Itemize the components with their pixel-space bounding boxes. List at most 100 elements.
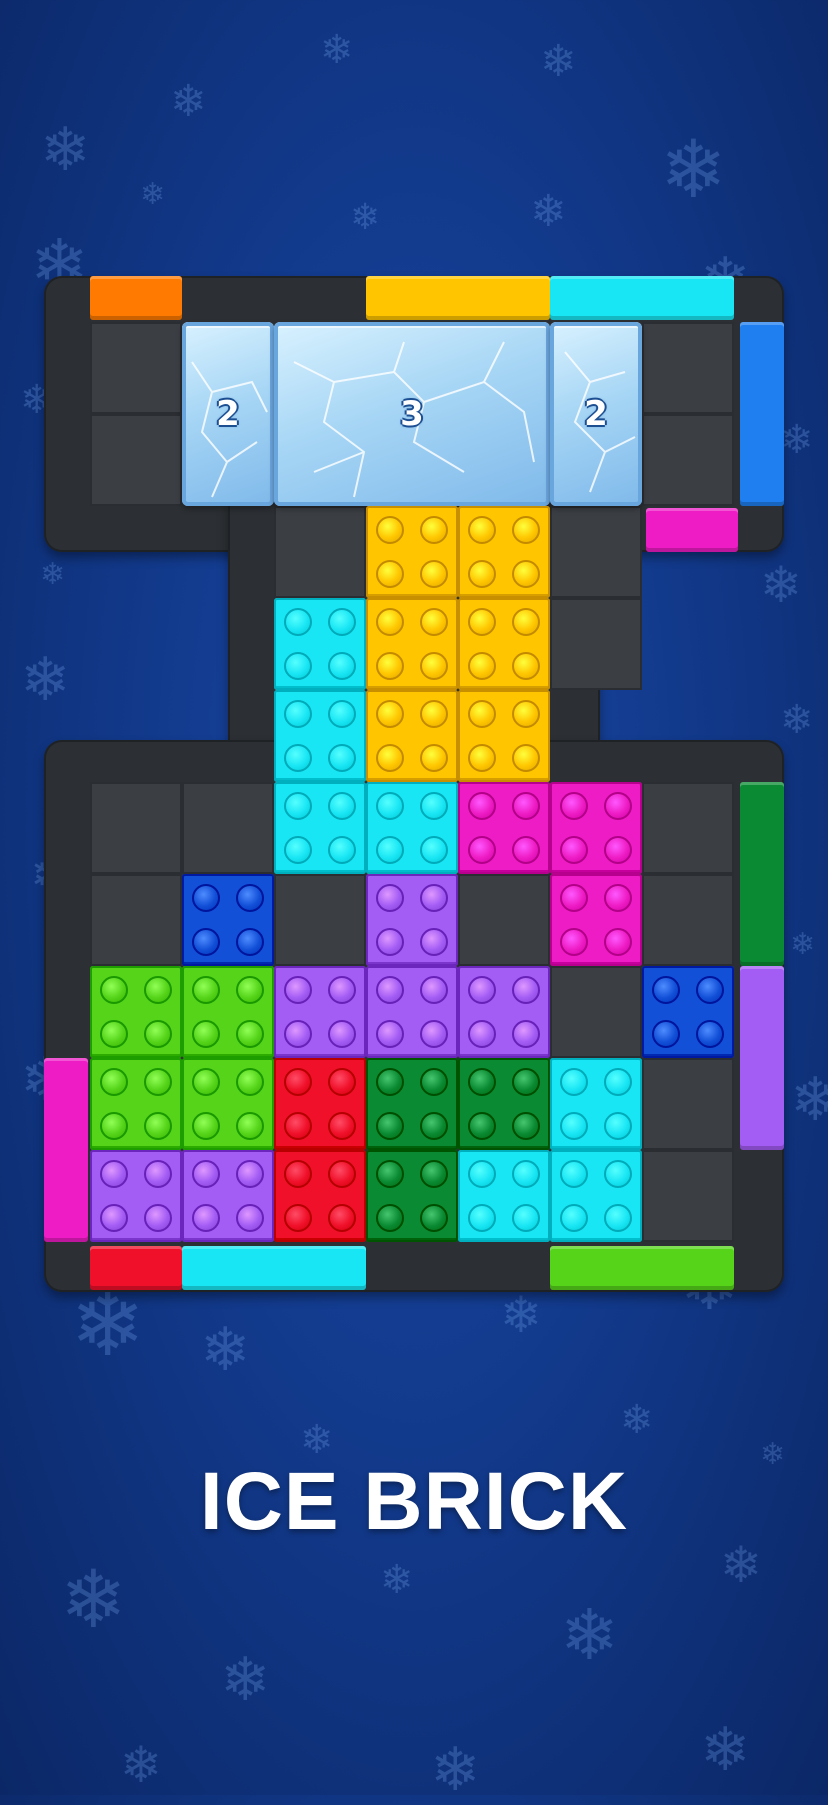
brick-cell — [274, 782, 366, 874]
brick-stud — [236, 884, 264, 912]
brick-stud — [328, 1160, 356, 1188]
snowflake-icon: ❄ — [380, 1557, 414, 1603]
brick-stud — [328, 792, 356, 820]
brick-stud — [376, 560, 404, 588]
brick-cell — [274, 1150, 366, 1242]
brick-stud — [560, 928, 588, 956]
brick-stud — [236, 1068, 264, 1096]
brick-cell — [182, 874, 274, 966]
brick-stud — [100, 1112, 128, 1140]
brick-stud — [376, 1020, 404, 1048]
brick-stud — [144, 1160, 172, 1188]
brick-stud — [192, 884, 220, 912]
empty-cell — [642, 874, 734, 966]
brick-stud — [144, 1112, 172, 1140]
brick-stud — [192, 928, 220, 956]
brick-stud — [420, 884, 448, 912]
brick-stud — [696, 976, 724, 1004]
gate-right-green — [740, 782, 784, 966]
empty-cell — [274, 506, 366, 598]
brick-stud — [560, 1112, 588, 1140]
brick-stud — [420, 560, 448, 588]
brick-stud — [376, 976, 404, 1004]
brick-stud — [512, 560, 540, 588]
brick-stud — [560, 1068, 588, 1096]
brick-cell — [458, 966, 550, 1058]
brick-stud — [284, 1204, 312, 1232]
brick-stud — [604, 792, 632, 820]
gate-right-blue — [740, 322, 784, 506]
brick-stud — [560, 1204, 588, 1232]
brick-stud — [376, 928, 404, 956]
brick-stud — [376, 516, 404, 544]
brick-stud — [376, 792, 404, 820]
brick-stud — [468, 1020, 496, 1048]
brick-cell — [458, 506, 550, 598]
snowflake-icon: ❄ — [700, 1715, 751, 1785]
brick-stud — [468, 1160, 496, 1188]
brick-stud — [604, 1112, 632, 1140]
ice-block-right[interactable]: 2 — [550, 322, 642, 506]
brick-stud — [328, 744, 356, 772]
empty-cell — [90, 874, 182, 966]
empty-cell — [90, 322, 182, 414]
ice-block-middle[interactable]: 3 — [274, 322, 550, 506]
brick-stud — [468, 1112, 496, 1140]
brick-cell — [366, 690, 458, 782]
brick-cell — [182, 1150, 274, 1242]
brick-stud — [560, 884, 588, 912]
brick-stud — [512, 792, 540, 820]
brick-cell — [366, 966, 458, 1058]
brick-stud — [328, 836, 356, 864]
brick-stud — [328, 608, 356, 636]
brick-stud — [100, 1160, 128, 1188]
brick-stud — [512, 836, 540, 864]
brick-cell — [366, 782, 458, 874]
empty-cell — [642, 1058, 734, 1150]
brick-stud — [468, 1068, 496, 1096]
brick-stud — [284, 1068, 312, 1096]
brick-stud — [420, 1204, 448, 1232]
brick-stud — [468, 744, 496, 772]
brick-stud — [192, 976, 220, 1004]
brick-stud — [512, 1160, 540, 1188]
brick-cell — [550, 1058, 642, 1150]
brick-stud — [376, 608, 404, 636]
brick-cell — [458, 598, 550, 690]
gate-top-cyan — [550, 276, 734, 320]
brick-stud — [328, 976, 356, 1004]
ice-hits-label: 2 — [216, 394, 240, 434]
brick-stud — [192, 1020, 220, 1048]
brick-stud — [468, 560, 496, 588]
gate-bottom-cyan — [182, 1246, 366, 1290]
brick-stud — [284, 1112, 312, 1140]
snowflake-icon: ❄ — [200, 1315, 251, 1385]
brick-stud — [468, 792, 496, 820]
brick-stud — [236, 1204, 264, 1232]
brick-stud — [512, 608, 540, 636]
brick-stud — [328, 1020, 356, 1048]
brick-stud — [652, 976, 680, 1004]
brick-stud — [512, 516, 540, 544]
brick-stud — [376, 744, 404, 772]
brick-stud — [512, 1020, 540, 1048]
brick-stud — [192, 1160, 220, 1188]
gate-bottom-lime — [550, 1246, 734, 1290]
brick-stud — [376, 836, 404, 864]
empty-cell — [550, 966, 642, 1058]
brick-cell — [550, 782, 642, 874]
brick-stud — [420, 700, 448, 728]
brick-stud — [512, 744, 540, 772]
gate-bottom-red — [90, 1246, 182, 1290]
brick-stud — [328, 700, 356, 728]
brick-stud — [512, 976, 540, 1004]
brick-cell — [550, 874, 642, 966]
brick-stud — [100, 1204, 128, 1232]
brick-stud — [284, 744, 312, 772]
brick-stud — [468, 516, 496, 544]
ice-block-left[interactable]: 2 — [182, 322, 274, 506]
brick-stud — [604, 1160, 632, 1188]
brick-stud — [420, 928, 448, 956]
brick-stud — [420, 976, 448, 1004]
brick-stud — [420, 792, 448, 820]
